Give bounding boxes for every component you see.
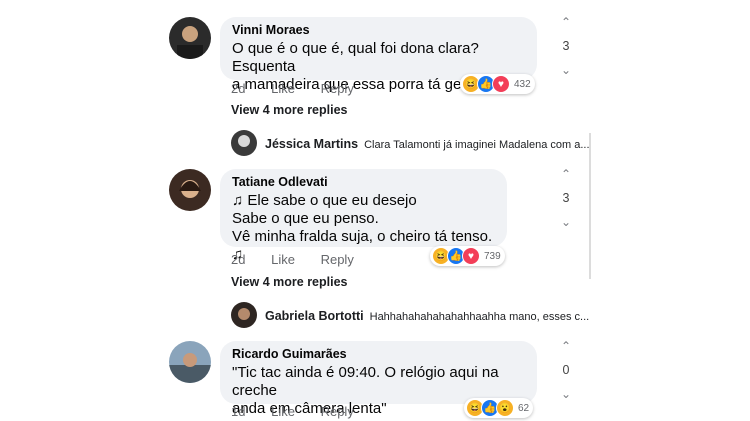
vote-widget: ⌃ 3 ⌄ [556,168,576,228]
reply-button[interactable]: Reply [321,252,354,267]
vote-count: 0 [562,363,570,377]
reaction-count: 432 [514,78,531,90]
reply-button[interactable]: Reply [321,404,354,419]
reactions-summary[interactable]: 😆 👍 😮 62 [464,398,534,418]
love-icon: ♥ [492,75,510,93]
comment-text-line: ♫ Ele sabe o que eu desejo [232,192,417,209]
comment-actions: 2d Like Reply [231,81,376,96]
like-button[interactable]: Like [271,252,295,267]
commenter-name[interactable]: Vinni Moraes [232,23,525,38]
upvote-icon[interactable]: ⌃ [556,168,576,180]
vote-widget: ⌃ 3 ⌄ [556,16,576,76]
comment-text-line: O que é o que é, qual foi dona clara? Es… [232,40,479,75]
commenter-name[interactable]: Tatiane Odlevati [232,175,495,190]
timestamp[interactable]: 2d [231,252,245,267]
view-more-replies[interactable]: View 4 more replies [231,275,348,289]
vote-count: 3 [562,191,570,205]
reply-preview[interactable]: Jéssica Martins Clara Talamonti já imagin… [265,137,590,151]
reply-text: Hahhahahahahahahhaahha mano, esses c... [369,311,590,323]
comment-actions: 1d Like Reply [231,404,376,419]
reaction-count: 62 [518,402,530,414]
love-icon: ♥ [462,247,480,265]
reactions-summary[interactable]: 😆 👍 ♥ 432 [460,74,535,94]
comment-actions: 2d Like Reply [231,252,376,267]
reply-author[interactable]: Gabriela Bortotti [265,309,364,323]
reply-text: Clara Talamonti já imaginei Madalena com… [364,139,590,151]
comment-bubble: Tatiane Odlevati ♫ Ele sabe o que eu des… [220,169,507,263]
downvote-icon[interactable]: ⌄ [556,388,576,400]
avatar-ricardo[interactable] [169,341,211,383]
avatar-vinni[interactable] [169,17,211,59]
reply-preview[interactable]: Gabriela Bortotti Hahhahahahahahahhaahha … [265,309,589,323]
reply-button[interactable]: Reply [321,81,354,96]
timestamp[interactable]: 2d [231,81,245,96]
vote-count: 3 [562,39,570,53]
timestamp[interactable]: 1d [231,404,245,419]
vote-widget: ⌃ 0 ⌄ [556,340,576,400]
upvote-icon[interactable]: ⌃ [556,340,576,352]
like-button[interactable]: Like [271,81,295,96]
reaction-count: 739 [484,250,501,262]
reactions-summary[interactable]: 😆 👍 ♥ 739 [430,246,505,266]
comment-bubble: Ricardo Guimarães "Tic tac ainda é 09:40… [220,341,537,417]
commenter-name[interactable]: Ricardo Guimarães [232,347,525,362]
comment-text-line: Sabe o que eu penso. [232,210,379,227]
upvote-icon[interactable]: ⌃ [556,16,576,28]
thread-divider [589,133,591,279]
view-more-replies[interactable]: View 4 more replies [231,103,348,117]
like-button[interactable]: Like [271,404,295,419]
avatar-tatiane[interactable] [169,169,211,211]
wow-icon: 😮 [496,399,514,417]
avatar-jessica[interactable] [231,130,257,156]
downvote-icon[interactable]: ⌄ [556,216,576,228]
reply-author[interactable]: Jéssica Martins [265,137,358,151]
downvote-icon[interactable]: ⌄ [556,64,576,76]
avatar-gabriela[interactable] [231,302,257,328]
comment-text-line: "Tic tac ainda é 09:40. O relógio aqui n… [232,364,499,399]
comment-bubble: Vinni Moraes O que é o que é, qual foi d… [220,17,537,93]
